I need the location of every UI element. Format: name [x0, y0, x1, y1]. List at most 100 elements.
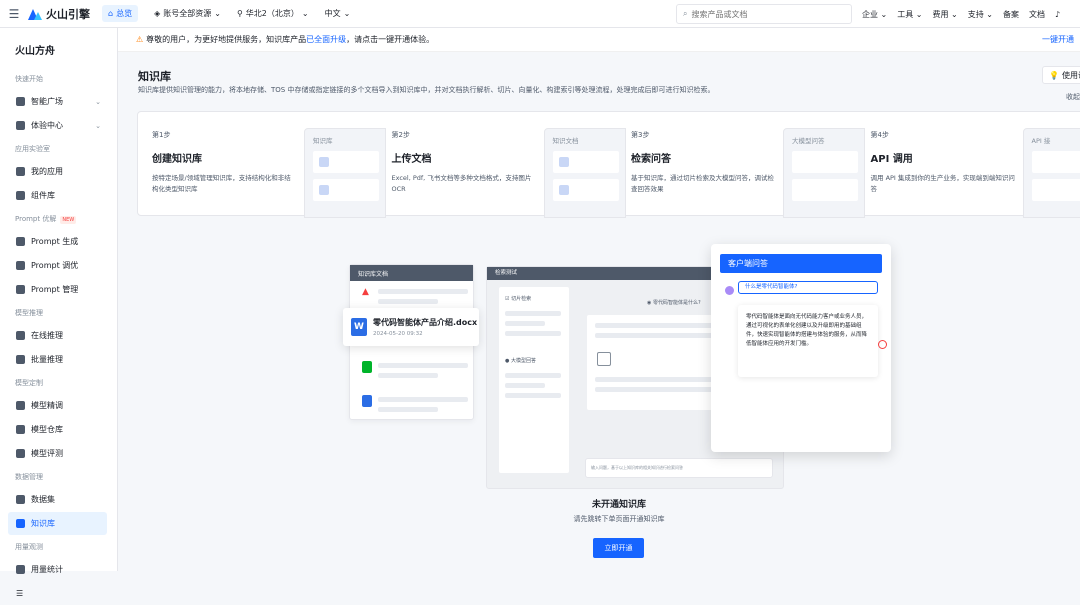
notice-upgrade-link[interactable]: 已全面升级 [306, 34, 346, 45]
doc-name: 零代码智能体产品介绍.docx [373, 317, 477, 328]
menu-filing[interactable]: 备案 [1003, 9, 1019, 20]
bulb-icon: 💡 [1049, 71, 1059, 80]
sidebar-item-model-repo[interactable]: 模型仓库 [8, 418, 107, 441]
sidebar-item-experience-center[interactable]: 体验中心⌄ [8, 114, 107, 137]
client-answer: 零代码智能体是面向无代码能力客户或业务人员，通过可视化的表单化创建以及升级即用的… [738, 305, 878, 377]
word-icon [362, 395, 372, 407]
sidebar-item-datasets[interactable]: 数据集 [8, 488, 107, 511]
tune-icon [16, 401, 25, 410]
language-dropdown[interactable]: 中文 ⌄ [325, 8, 351, 19]
steps-panel: 第1步 创建知识库 按特定场景/领域管理知识库，支持结构化和非结构化类型知识库 … [137, 111, 1080, 216]
menu-support[interactable]: 支持 ⌄ [968, 9, 993, 20]
sidebar-item-model-eval[interactable]: 模型评测 [8, 442, 107, 465]
sidebar-group-data: 数据管理 [0, 466, 117, 488]
logo-text: 火山引擎 [46, 6, 90, 22]
search-input[interactable] [691, 10, 831, 19]
region-dropdown[interactable]: ⚲ 华北2（北京） ⌄ [237, 8, 309, 19]
location-icon: ⚲ [237, 9, 243, 18]
search-box[interactable]: ⌕ [676, 4, 852, 24]
pdf-icon: ▲ [362, 287, 369, 297]
account-resources-dropdown[interactable]: ◈ 账号全部资源 ⌄ [154, 8, 221, 19]
collapse-guide-link[interactable]: 收起 [1066, 92, 1080, 102]
top-right-menu: 企业 ⌄ 工具 ⌄ 费用 ⌄ 支持 ⌄ 备案 文档 ♪ [862, 0, 1060, 28]
docs-card-title: 知识库文档 [350, 265, 473, 281]
headset-icon [16, 565, 25, 574]
volcano-logo-icon [28, 8, 42, 20]
one-click-activate-link[interactable]: 一键开通 [1042, 34, 1074, 45]
menu-icon[interactable]: ☰ [0, 7, 28, 21]
uploaded-doc-card: W 零代码智能体产品介绍.docx 2024-05-20 09:32 [343, 308, 479, 346]
sidebar-item-model-square[interactable]: 智能广场⌄ [8, 90, 107, 113]
sidebar-group-applab: 应用实验室 [0, 138, 117, 160]
menu-billing[interactable]: 费用 ⌄ [933, 9, 958, 20]
page-description: 知识库提供知识管理的能力，将本地存储、TOS 中存储或指定链接的多个文档导入到知… [138, 85, 714, 95]
database-icon [16, 495, 25, 504]
slice-retrieval-label: ☑ 切片检索 [505, 295, 531, 302]
chevron-down-icon: ⌄ [214, 9, 221, 18]
sidebar-item-knowledge-base[interactable]: 知识库 [8, 512, 107, 535]
sidebar: 火山方舟 快速开始 智能广场⌄ 体验中心⌄ 应用实验室 我的应用 组件库 Pro… [0, 28, 118, 571]
activate-now-button[interactable]: 立即开通 [593, 538, 644, 558]
sidebar-item-prompt-generate[interactable]: Prompt 生成 [8, 230, 107, 253]
main-content: ⚠ 尊敬的用户，为更好地提供服务，知识库产品已全面升级，请点击一键开通体验。 一… [118, 28, 1080, 571]
batch-icon [16, 355, 25, 364]
notice-text: 尊敬的用户，为更好地提供服务，知识库产品 [146, 34, 306, 45]
chevron-down-icon: ⌄ [344, 9, 351, 18]
sidebar-item-batch-inference[interactable]: 批量推理 [8, 348, 107, 371]
search-icon: ⌕ [683, 9, 687, 19]
doc-date: 2024-05-20 09:32 [373, 331, 477, 337]
resources-icon: ◈ [154, 9, 160, 18]
step-illustration: 知识文档 [544, 128, 626, 218]
sidebar-item-prompt-manage[interactable]: Prompt 管理 [8, 278, 107, 301]
step-description: 基于知识库，通过切片检索及大模型问答，调试检查回答效果 [631, 173, 776, 195]
warning-icon: ⚠ [136, 35, 143, 44]
sidebar-group-quickstart: 快速开始 [0, 68, 117, 90]
apps-icon [16, 167, 25, 176]
client-question: 什么是零代码智能体? [738, 281, 878, 294]
notice-text-after: ，请点击一键开通体验。 [346, 34, 434, 45]
bank-icon [16, 331, 25, 340]
notice-banner: ⚠ 尊敬的用户，为更好地提供服务，知识库产品已全面升级，请点击一键开通体验。 [118, 28, 1080, 52]
overview-button[interactable]: ⌂ 总览 [102, 5, 138, 22]
step-description: Excel, Pdf, 飞书文档等多种文档格式，支持图片 OCR [392, 173, 537, 195]
new-badge: NEW [60, 216, 76, 224]
overview-label: 总览 [116, 8, 132, 19]
bell-icon[interactable]: ♪ [1055, 10, 1060, 19]
sidebar-group-customize: 模型定制 [0, 372, 117, 394]
chat-icon [16, 261, 25, 270]
sidebar-collapse-toggle[interactable]: ☰ [8, 582, 107, 605]
region-label: 华北2（北京） [246, 8, 299, 19]
empty-state-illustration: 知识库文档 ▲ 检索测试 ☑ 切片检索 ● 大模型回答 ◉ 零代码智能体是什么? [349, 244, 891, 489]
step-description: 调用 API 集成到你的生产业务，实现端到端知识问答 [871, 173, 1016, 195]
word-icon [559, 157, 569, 167]
bulb-icon [16, 97, 25, 106]
sidebar-item-usage-stats[interactable]: 用量统计 [8, 558, 107, 581]
client-qa-title: 客户端问答 [720, 254, 882, 273]
question-input: 输入问题，基于以上知识库的相关知识进行检索问答 [585, 458, 773, 478]
step-illustration: 大模型问答 [783, 128, 865, 218]
sidebar-item-components[interactable]: 组件库 [8, 184, 107, 207]
grid-icon [16, 191, 25, 200]
empty-state-title: 未开通知识库 [118, 497, 1080, 510]
step-card: 第2步 上传文档 Excel, Pdf, 飞书文档等多种文档格式，支持图片 OC… [378, 112, 618, 215]
question-bubble: ◉ 零代码智能体是什么? [647, 299, 701, 306]
sidebar-item-finetune[interactable]: 模型精调 [8, 394, 107, 417]
sidebar-item-prompt-tune[interactable]: Prompt 调优 [8, 254, 107, 277]
table-icon [319, 185, 329, 195]
collapse-icon: ☰ [16, 589, 23, 598]
empty-state-description: 请先跳转下单页面开通知识库 [118, 514, 1080, 524]
pen-icon [16, 237, 25, 246]
sidebar-item-my-apps[interactable]: 我的应用 [8, 160, 107, 183]
sidebar-group-usage: 用量观测 [0, 536, 117, 558]
language-label: 中文 [325, 8, 341, 19]
bot-avatar [878, 340, 887, 349]
menu-enterprise[interactable]: 企业 ⌄ [862, 9, 887, 20]
guide-button[interactable]: 💡使用说 [1042, 66, 1080, 84]
step-card: 第4步 API 调用 调用 API 集成到你的生产业务，实现端到端知识问答 AP… [857, 112, 1080, 215]
logo[interactable]: 火山引擎 [28, 6, 90, 22]
llm-answer-label: ● 大模型回答 [505, 357, 536, 364]
menu-docs[interactable]: 文档 [1029, 9, 1045, 20]
menu-tools[interactable]: 工具 ⌄ [897, 9, 922, 20]
sidebar-item-online-inference[interactable]: 在线推理 [8, 324, 107, 347]
cube-icon [16, 425, 25, 434]
